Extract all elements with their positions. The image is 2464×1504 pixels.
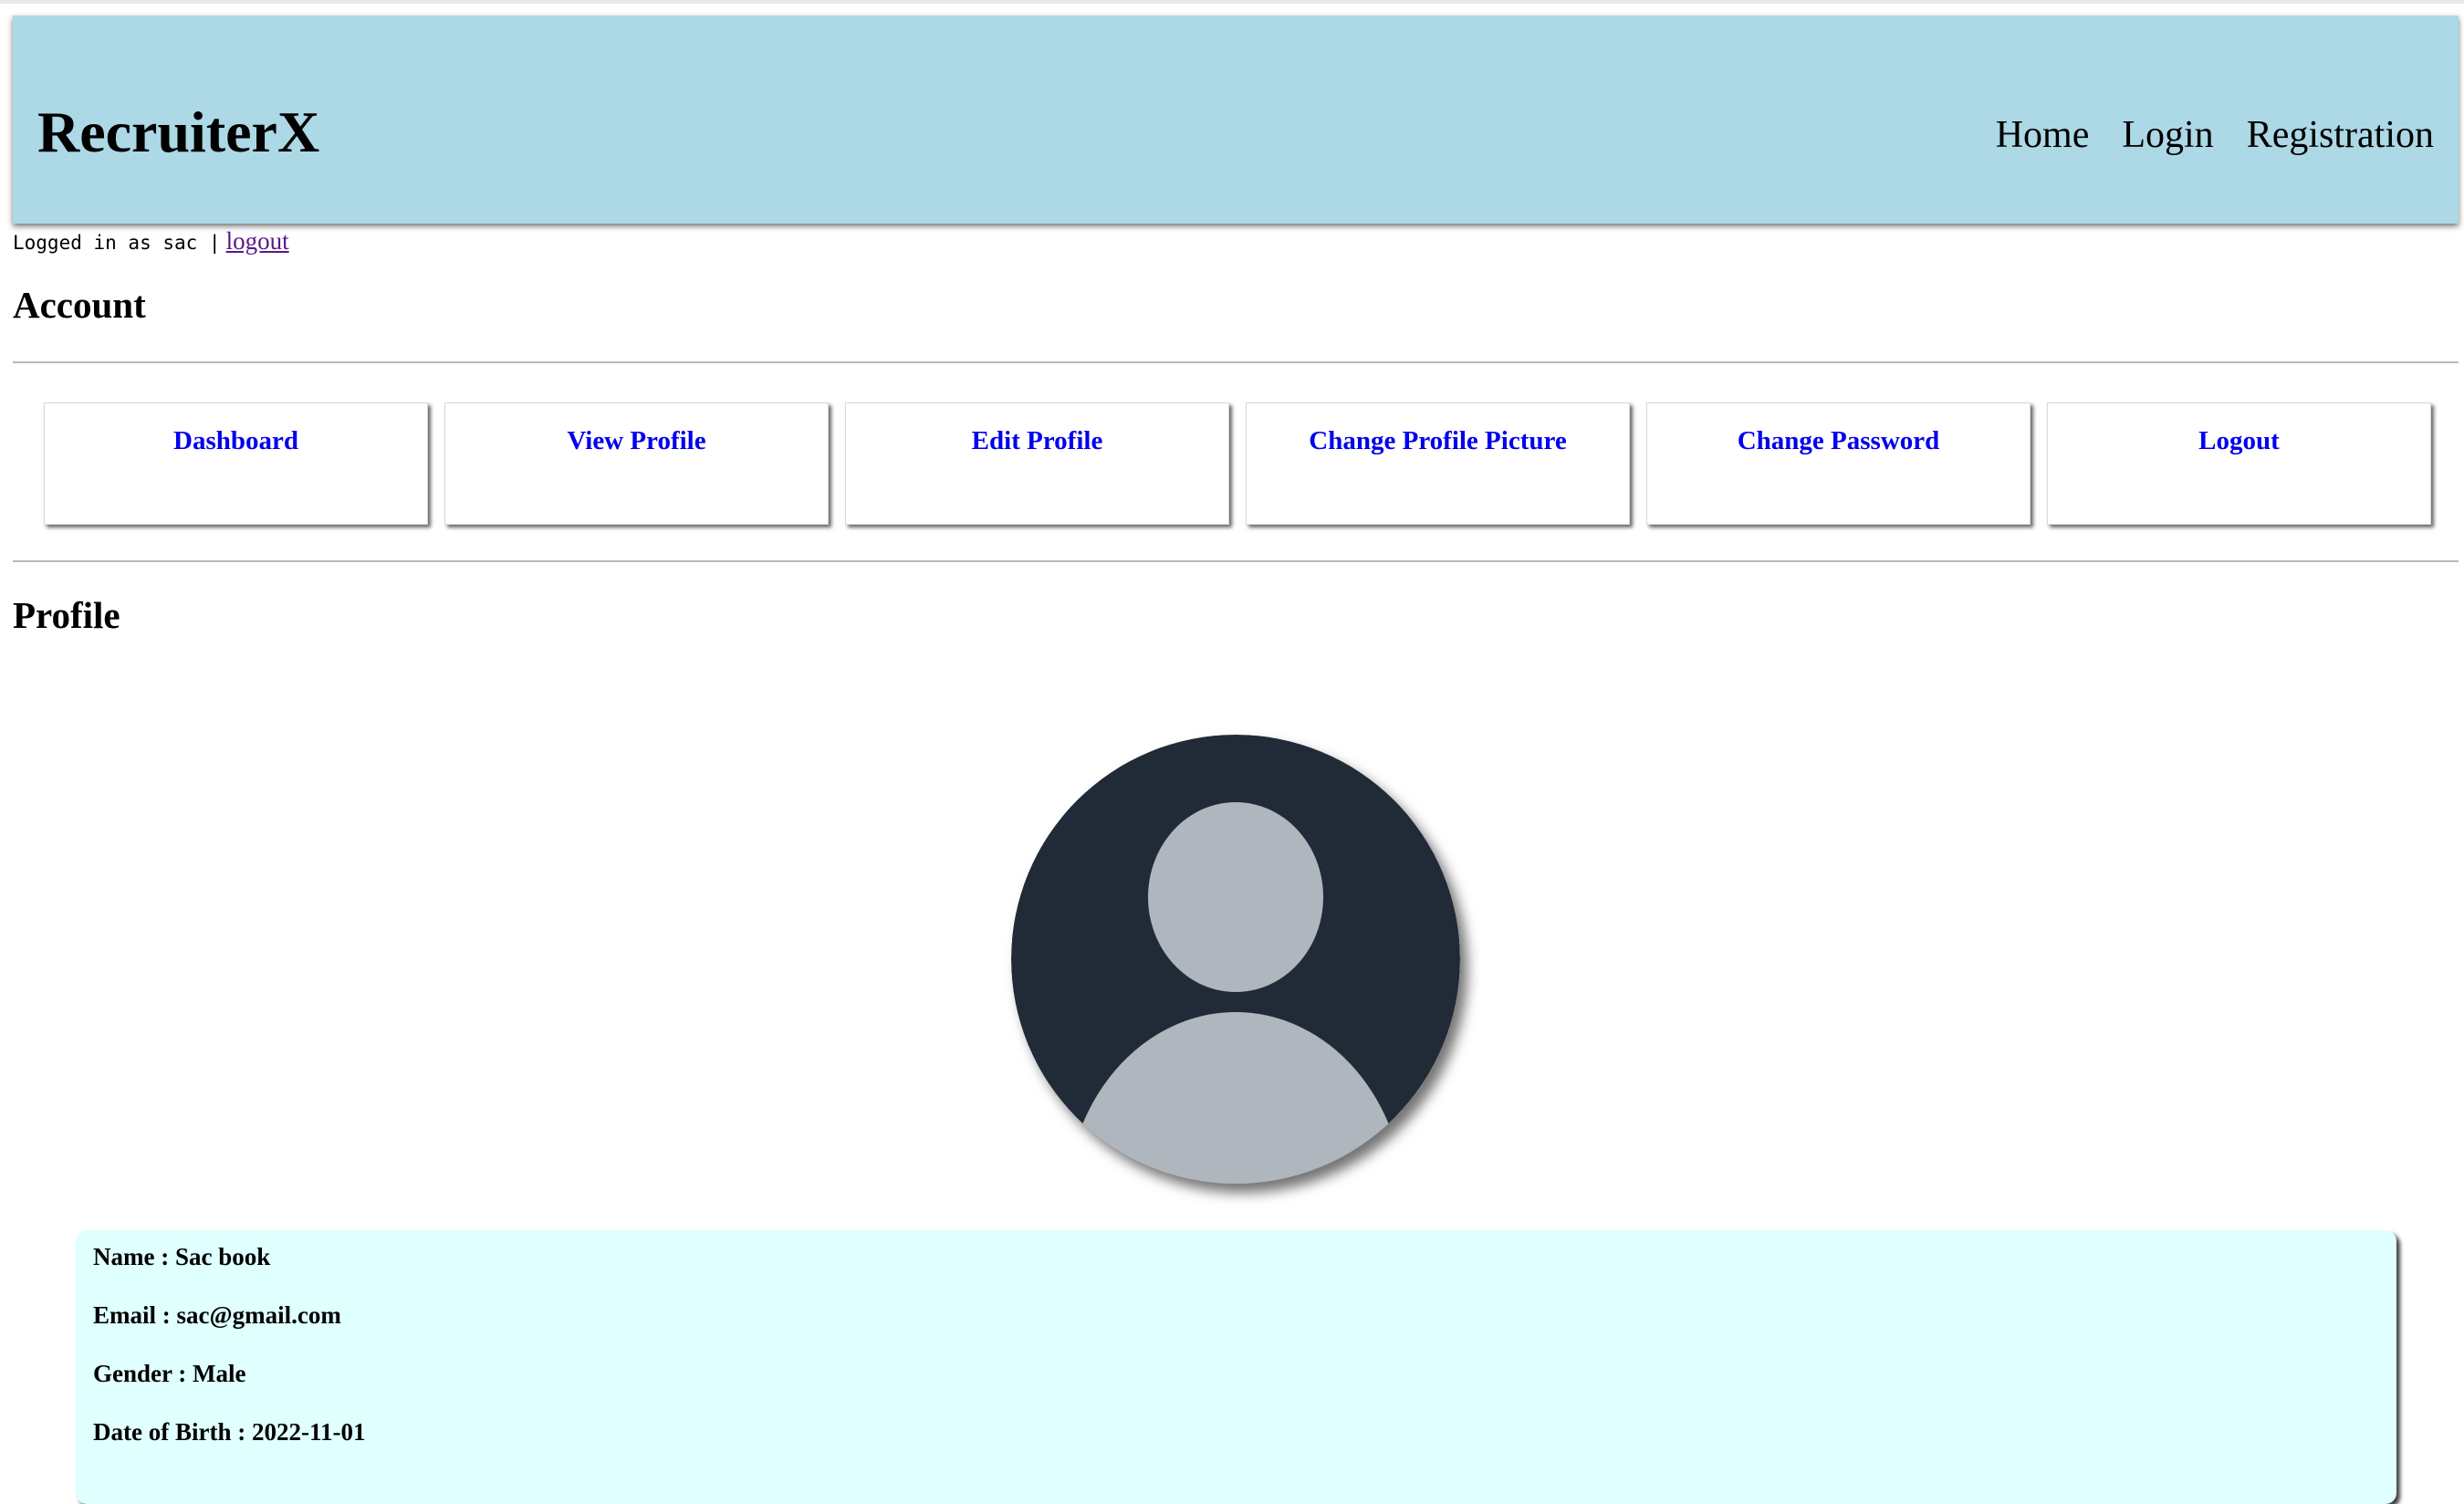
logged-in-text: Logged in as sac | bbox=[13, 232, 221, 254]
profile-email: Email : sac@gmail.com bbox=[93, 1301, 341, 1329]
account-heading: Account bbox=[13, 284, 146, 326]
default-user-avatar-icon bbox=[1011, 735, 1460, 1184]
profile-avatar bbox=[1011, 735, 1460, 1184]
logout-tile-link[interactable]: Logout bbox=[2198, 426, 2280, 455]
dashboard-link[interactable]: Dashboard bbox=[173, 426, 298, 455]
profile-gender: Gender : Male bbox=[93, 1360, 246, 1387]
site-header: RecruiterX Home Login Registration bbox=[13, 16, 2459, 224]
profile-dob: Date of Birth : 2022-11-01 bbox=[93, 1418, 366, 1446]
tile-logout: Logout bbox=[2047, 402, 2431, 525]
site-brand: RecruiterX bbox=[37, 99, 320, 164]
nav-home[interactable]: Home bbox=[1996, 116, 2090, 154]
main-nav: Home Login Registration bbox=[1996, 116, 2434, 154]
profile-details-card: Name : Sac book Email : sac@gmail.com Ge… bbox=[76, 1230, 2396, 1504]
account-menu: Dashboard View Profile Edit Profile Chan… bbox=[44, 402, 2431, 525]
change-password-link[interactable]: Change Password bbox=[1738, 426, 1940, 455]
divider bbox=[13, 361, 2459, 363]
nav-login[interactable]: Login bbox=[2122, 116, 2213, 154]
view-profile-link[interactable]: View Profile bbox=[567, 426, 705, 455]
tile-edit-profile: Edit Profile bbox=[845, 402, 1229, 525]
tile-change-password: Change Password bbox=[1646, 402, 2031, 525]
edit-profile-link[interactable]: Edit Profile bbox=[972, 426, 1103, 455]
divider bbox=[13, 560, 2459, 562]
login-status: Logged in as sac | logout bbox=[13, 227, 289, 256]
change-profile-picture-link[interactable]: Change Profile Picture bbox=[1309, 426, 1566, 455]
tile-change-profile-picture: Change Profile Picture bbox=[1246, 402, 1630, 525]
profile-heading: Profile bbox=[13, 594, 120, 636]
tile-dashboard: Dashboard bbox=[44, 402, 428, 525]
nav-registration[interactable]: Registration bbox=[2247, 116, 2434, 154]
logout-link[interactable]: logout bbox=[226, 227, 289, 255]
tile-view-profile: View Profile bbox=[444, 402, 829, 525]
profile-name: Name : Sac book bbox=[93, 1243, 271, 1270]
window-top-edge bbox=[0, 0, 2464, 4]
